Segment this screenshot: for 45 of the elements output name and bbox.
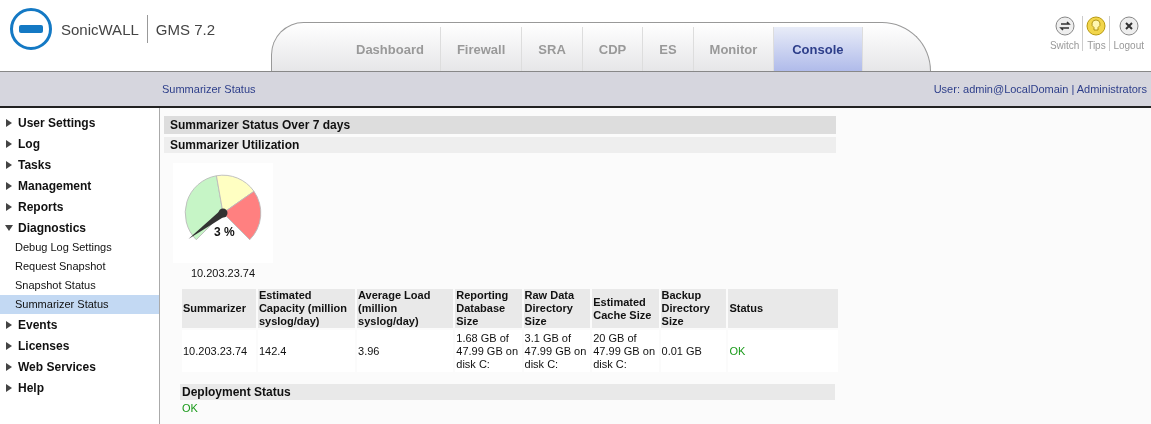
table-cell: 10.203.23.74 bbox=[182, 330, 256, 372]
sidebar-item[interactable]: Request Snapshot bbox=[0, 257, 159, 276]
lightbulb-icon bbox=[1086, 16, 1107, 36]
deployment-status: OK bbox=[182, 402, 199, 414]
gauge-reading: 3 % bbox=[214, 225, 235, 239]
sidebar-item[interactable]: Snapshot Status bbox=[0, 276, 159, 295]
column-header: Status bbox=[728, 289, 838, 328]
swap-arrows-icon bbox=[1054, 16, 1075, 36]
table-cell: 142.4 bbox=[257, 330, 356, 372]
table-cell: OK bbox=[728, 330, 838, 372]
section-title: Deployment Status bbox=[180, 384, 835, 400]
close-icon bbox=[1118, 16, 1139, 36]
sidebar-group[interactable]: Reports bbox=[0, 196, 159, 217]
section-title: Summarizer Status Over 7 days bbox=[164, 116, 836, 134]
column-header: Average Load (million syslog/day) bbox=[357, 289, 454, 328]
gauge-host: 10.203.23.74 bbox=[189, 267, 257, 279]
table-cell: 0.01 GB bbox=[660, 330, 727, 372]
sidebar-group[interactable]: Management bbox=[0, 175, 159, 196]
sidebar-item[interactable]: Debug Log Settings bbox=[0, 238, 159, 257]
sidebar-group[interactable]: Log bbox=[0, 133, 159, 154]
table-cell: 3.1 GB of 47.99 GB on disk C: bbox=[523, 330, 591, 372]
table-cell: 1.68 GB of 47.99 GB on disk C: bbox=[455, 330, 522, 372]
sidebar-group[interactable]: Diagnostics bbox=[0, 217, 159, 238]
sidebar-group[interactable]: Licenses bbox=[0, 335, 159, 356]
sidebar-group[interactable]: Events bbox=[0, 314, 159, 335]
brand-name: SonicWALL bbox=[61, 20, 139, 38]
column-header: Raw Data Directory Size bbox=[523, 289, 591, 328]
column-header: Reporting Database Size bbox=[455, 289, 522, 328]
column-header: Estimated Cache Size bbox=[592, 289, 659, 328]
product-name: GMS 7.2 bbox=[155, 20, 215, 38]
user-info: User: admin@LocalDomain | Administrators bbox=[933, 83, 1147, 95]
sidebar-group[interactable]: Web Services bbox=[0, 356, 159, 377]
table-cell: 3.96 bbox=[357, 330, 454, 372]
column-header: Backup Directory Size bbox=[660, 289, 727, 328]
sidebar-item[interactable]: Summarizer Status bbox=[0, 295, 159, 314]
sidebar-group[interactable]: Tasks bbox=[0, 154, 159, 175]
nav-tab[interactable]: Console bbox=[774, 27, 863, 71]
table-cell: 20 GB of 47.99 GB on disk C: bbox=[592, 330, 659, 372]
section-subtitle: Summarizer Utilization bbox=[164, 137, 836, 153]
sidebar-group[interactable]: User Settings bbox=[0, 112, 159, 133]
logo-icon bbox=[9, 7, 53, 51]
column-header: Summarizer bbox=[182, 289, 256, 328]
breadcrumb: Summarizer Status bbox=[162, 83, 256, 95]
column-header: Estimated Capacity (million syslog/day) bbox=[257, 289, 356, 328]
sidebar-group[interactable]: Help bbox=[0, 377, 159, 398]
